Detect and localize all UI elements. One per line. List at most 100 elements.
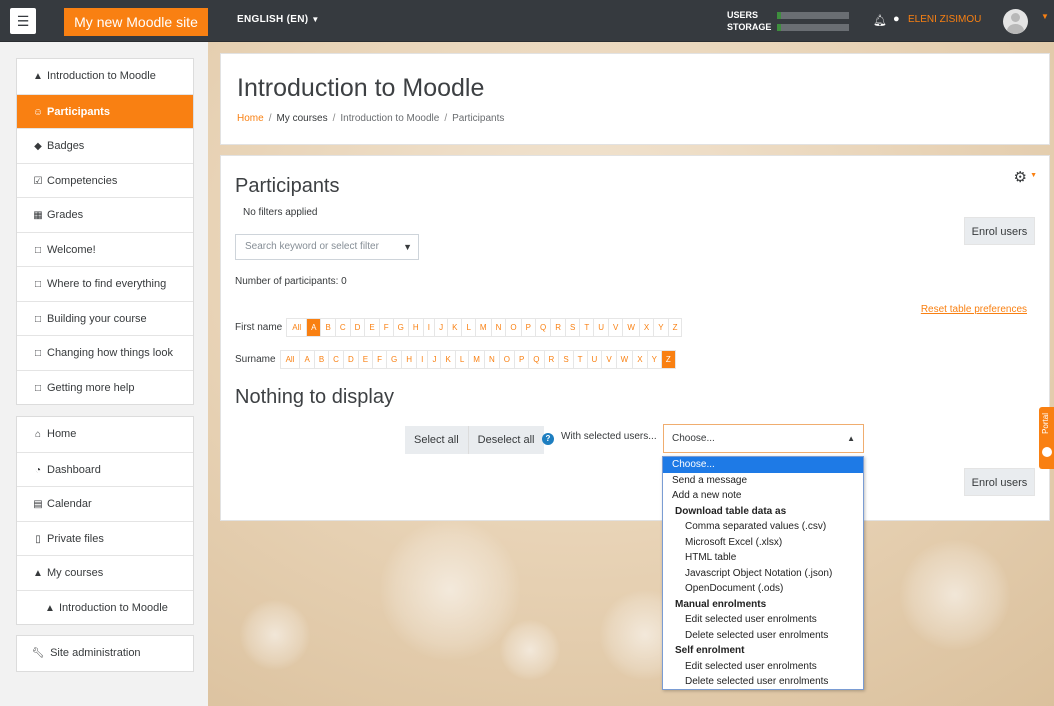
- sidebar-item-introduction-to-moodle[interactable]: ▲ Introduction to Moodle: [17, 589, 193, 625]
- surname-initial-n[interactable]: N: [484, 350, 500, 368]
- surname-initial-z[interactable]: Z: [661, 350, 675, 368]
- portal-side-tab[interactable]: Portal: [1039, 407, 1054, 469]
- enrol-users-button[interactable]: Enrol users: [964, 217, 1035, 245]
- breadcrumb-course[interactable]: Introduction to Moodle: [340, 113, 439, 124]
- surname-initial-i[interactable]: I: [416, 350, 429, 368]
- dropdown-option-choose[interactable]: Choose...: [663, 457, 863, 473]
- firstname-initial-u[interactable]: U: [594, 318, 609, 336]
- breadcrumb-home[interactable]: Home: [237, 113, 264, 124]
- avatar[interactable]: [1003, 9, 1028, 34]
- surname-initial-p[interactable]: P: [514, 350, 530, 368]
- caret-down-icon[interactable]: ▼: [403, 235, 412, 259]
- surname-initial-h[interactable]: H: [402, 350, 417, 368]
- sidebar-item-badges[interactable]: ◆ Badges: [17, 128, 193, 163]
- firstname-initial-j[interactable]: J: [435, 318, 449, 336]
- surname-initial-l[interactable]: L: [455, 350, 470, 368]
- dropdown-option-edit-selected-user-enrolments[interactable]: Edit selected user enrolments: [663, 612, 863, 628]
- bell-icon[interactable]: 🔔︎: [873, 14, 887, 27]
- dropdown-option-microsoft-excel-xlsx[interactable]: Microsoft Excel (.xlsx): [663, 535, 863, 551]
- sidebar-item-my-courses[interactable]: ▲ My courses: [17, 555, 193, 590]
- sidebar-item-site-administration[interactable]: 🔧︎ Site administration: [17, 636, 193, 671]
- surname-initial-a[interactable]: A: [300, 350, 315, 368]
- caret-down-icon[interactable]: ▼: [1041, 12, 1049, 21]
- sidebar-item-dashboard[interactable]: ◔ Dashboard: [17, 451, 193, 487]
- menu-toggle-button[interactable]: ☰: [10, 8, 36, 34]
- gear-icon[interactable]: ⚙: [1014, 168, 1027, 186]
- sidebar-item-participants[interactable]: ☺ Participants: [17, 93, 193, 128]
- dropdown-option-edit-selected-user-enrolments[interactable]: Edit selected user enrolments: [663, 659, 863, 675]
- dropdown-option-add-a-new-note[interactable]: Add a new note: [663, 488, 863, 504]
- firstname-initial-f[interactable]: F: [379, 318, 394, 336]
- surname-initial-k[interactable]: K: [441, 350, 456, 368]
- firstname-initial-h[interactable]: H: [408, 318, 424, 336]
- dropdown-option-javascript-object-notation-json[interactable]: Javascript Object Notation (.json): [663, 566, 863, 582]
- sidebar-item-calendar[interactable]: ▤ Calendar: [17, 486, 193, 521]
- surname-initial-w[interactable]: W: [616, 350, 634, 368]
- surname-initial-m[interactable]: M: [469, 350, 485, 368]
- sidebar-item-welcome[interactable]: □ Welcome!: [17, 231, 193, 267]
- deselect-all-button[interactable]: Deselect all: [467, 426, 544, 454]
- surname-initial-v[interactable]: V: [602, 350, 617, 368]
- surname-initial-r[interactable]: R: [544, 350, 560, 368]
- surname-initial-u[interactable]: U: [587, 350, 603, 368]
- firstname-initial-r[interactable]: R: [551, 318, 566, 336]
- surname-initial-all[interactable]: All: [280, 350, 301, 368]
- surname-initial-j[interactable]: J: [428, 350, 442, 368]
- firstname-initial-k[interactable]: K: [448, 318, 463, 336]
- surname-initial-c[interactable]: C: [329, 350, 344, 368]
- sidebar-item-private-files[interactable]: ▯ Private files: [17, 520, 193, 556]
- firstname-initial-y[interactable]: Y: [654, 318, 669, 336]
- firstname-initial-o[interactable]: O: [506, 318, 522, 336]
- firstname-initial-p[interactable]: P: [521, 318, 536, 336]
- enrol-users-button-bottom[interactable]: Enrol users: [964, 468, 1035, 496]
- firstname-initial-c[interactable]: C: [335, 318, 351, 336]
- dropdown-option-send-a-message[interactable]: Send a message: [663, 473, 863, 489]
- firstname-initial-v[interactable]: V: [608, 318, 624, 336]
- firstname-initial-g[interactable]: G: [393, 318, 409, 336]
- sidebar-item-competencies[interactable]: ☑ Competencies: [17, 162, 193, 198]
- dropdown-option-html-table[interactable]: HTML table: [663, 550, 863, 566]
- search-filter-input[interactable]: Search keyword or select filter ▼: [235, 234, 419, 260]
- sidebar-item-grades[interactable]: ▦ Grades: [17, 197, 193, 232]
- surname-initial-x[interactable]: X: [633, 350, 648, 368]
- sidebar-item-getting-more-help[interactable]: □ Getting more help: [17, 369, 193, 405]
- language-menu[interactable]: ENGLISH (EN) ▼: [237, 14, 320, 25]
- firstname-initial-z[interactable]: Z: [668, 318, 682, 336]
- surname-initial-q[interactable]: Q: [529, 350, 545, 368]
- firstname-initial-q[interactable]: Q: [535, 318, 552, 336]
- surname-initial-b[interactable]: B: [314, 350, 330, 368]
- surname-initial-f[interactable]: F: [373, 350, 387, 368]
- reset-table-preferences-link[interactable]: Reset table preferences: [921, 304, 1027, 315]
- help-icon[interactable]: ?: [542, 433, 554, 445]
- bulk-action-select[interactable]: Choose... ▲︎: [663, 424, 864, 453]
- surname-initial-s[interactable]: S: [559, 350, 574, 368]
- surname-initial-g[interactable]: G: [386, 350, 403, 368]
- surname-initial-t[interactable]: T: [573, 350, 588, 368]
- firstname-initial-n[interactable]: N: [491, 318, 507, 336]
- firstname-initial-m[interactable]: M: [475, 318, 492, 336]
- dropdown-option-delete-selected-user-enrolments[interactable]: Delete selected user enrolments: [663, 628, 863, 644]
- firstname-initial-x[interactable]: X: [639, 318, 655, 336]
- sidebar-item-home[interactable]: ⌂ Home: [17, 417, 193, 452]
- chat-bubble-icon[interactable]: ●: [893, 13, 900, 25]
- dropdown-option-opendocument-ods[interactable]: OpenDocument (.ods): [663, 581, 863, 597]
- firstname-initial-a[interactable]: A: [307, 318, 322, 336]
- dropdown-option-delete-selected-user-enrolments[interactable]: Delete selected user enrolments: [663, 674, 863, 690]
- sidebar-item-introduction-to-moodle[interactable]: ▲ Introduction to Moodle: [17, 59, 193, 94]
- surname-initial-y[interactable]: Y: [647, 350, 662, 368]
- select-all-button[interactable]: Select all: [405, 426, 468, 454]
- dropdown-option-comma-separated-values-csv[interactable]: Comma separated values (.csv): [663, 519, 863, 535]
- firstname-initial-e[interactable]: E: [365, 318, 380, 336]
- surname-initial-o[interactable]: O: [499, 350, 515, 368]
- breadcrumb-my-courses[interactable]: My courses: [276, 113, 327, 124]
- site-brand-link[interactable]: My new Moodle site: [64, 8, 208, 36]
- firstname-initial-i[interactable]: I: [423, 318, 436, 336]
- user-name[interactable]: ELENI ZISIMOU: [908, 14, 981, 25]
- surname-initial-d[interactable]: D: [343, 350, 359, 368]
- sidebar-item-where-to-find-everything[interactable]: □ Where to find everything: [17, 266, 193, 301]
- caret-down-icon[interactable]: ▼: [1030, 172, 1037, 179]
- surname-initial-e[interactable]: E: [358, 350, 374, 368]
- firstname-initial-all[interactable]: All: [287, 318, 308, 336]
- breadcrumb-participants[interactable]: Participants: [452, 113, 504, 124]
- sidebar-item-building-your-course[interactable]: □ Building your course: [17, 300, 193, 336]
